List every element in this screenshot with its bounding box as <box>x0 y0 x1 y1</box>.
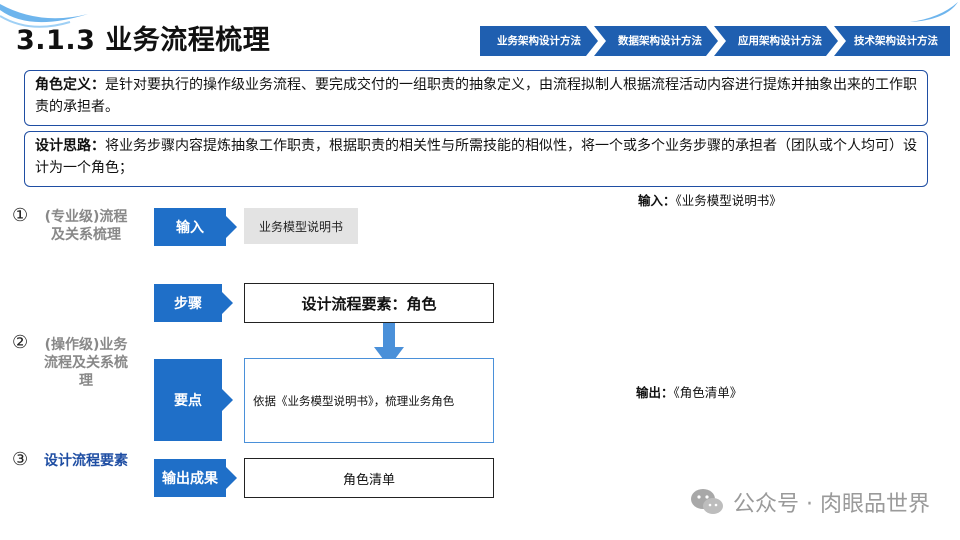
design-approach-text: 将业务步骤内容提炼抽象工作职责，根据职责的相关性与所需技能的相似性，将一个或多个… <box>35 138 917 176</box>
breadcrumb-label: 技术架构设计方法 <box>854 35 938 47</box>
role-definition-label: 角色定义： <box>35 77 105 93</box>
key-points-step-button[interactable]: 要点 <box>154 359 233 441</box>
output-note: 输出：《角色清单》 <box>636 382 742 401</box>
page-title: 3.1.3 业务流程梳理 <box>16 25 271 56</box>
breadcrumb: 业务架构设计方法 数据架构设计方法 应用架构设计方法 技术架构设计方法 <box>480 26 950 56</box>
input-value-box: 业务模型说明书 <box>244 208 358 244</box>
input-step-button[interactable]: 输入 <box>154 208 237 246</box>
input-note-value: 《业务模型说明书》 <box>675 193 782 208</box>
section-number-1: ① <box>12 205 29 226</box>
key-points-step-label: 要点 <box>174 393 202 409</box>
section-label-2[interactable]: (操作级)业务流程及关系梳理 <box>44 336 128 390</box>
design-approach-label: 设计思路： <box>35 138 105 154</box>
input-step-label: 输入 <box>176 220 204 236</box>
output-note-value: 《角色清单》 <box>673 385 743 400</box>
section-label-1[interactable]: (专业级)流程及关系梳理 <box>44 208 128 244</box>
corner-swoosh-decoration-right <box>910 2 958 22</box>
steps-step-label: 步骤 <box>174 296 202 312</box>
wechat-icon <box>691 489 724 514</box>
breadcrumb-label: 应用架构设计方法 <box>738 35 822 47</box>
output-step-button[interactable]: 输出成果 <box>154 459 237 497</box>
steps-value-box: 设计流程要素：角色 <box>244 283 494 323</box>
section-number-3: ③ <box>12 449 29 470</box>
breadcrumb-item-business[interactable]: 业务架构设计方法 <box>480 26 598 56</box>
breadcrumb-item-data[interactable]: 数据架构设计方法 <box>594 26 718 56</box>
breadcrumb-label: 业务架构设计方法 <box>497 35 581 47</box>
section-label-3[interactable]: 设计流程要素 <box>44 452 128 470</box>
breadcrumb-label: 数据架构设计方法 <box>618 35 702 47</box>
output-note-label: 输出： <box>636 385 674 400</box>
section-number-2: ② <box>12 332 29 353</box>
input-note: 输入：《业务模型说明书》 <box>638 190 782 209</box>
role-definition-text: 是针对要执行的操作级业务流程、要完成交付的一组职责的抽象定义，由流程拟制人根据流… <box>35 77 917 115</box>
key-points-value-box: 依据《业务模型说明书》，梳理业务角色 <box>244 358 494 443</box>
output-step-label: 输出成果 <box>162 471 218 487</box>
output-value-box: 角色清单 <box>244 458 494 498</box>
watermark-text: 公众号 · 肉眼品世界 <box>733 492 930 517</box>
role-definition-box: 角色定义：是针对要执行的操作级业务流程、要完成交付的一组职责的抽象定义，由流程拟… <box>24 70 928 126</box>
breadcrumb-item-application[interactable]: 应用架构设计方法 <box>714 26 838 56</box>
input-note-label: 输入： <box>638 193 676 208</box>
steps-step-button[interactable]: 步骤 <box>154 284 233 322</box>
breadcrumb-item-technology[interactable]: 技术架构设计方法 <box>834 26 950 56</box>
design-approach-box: 设计思路：将业务步骤内容提炼抽象工作职责，根据职责的相关性与所需技能的相似性，将… <box>24 131 928 187</box>
watermark: 公众号 · 肉眼品世界 <box>689 486 930 518</box>
